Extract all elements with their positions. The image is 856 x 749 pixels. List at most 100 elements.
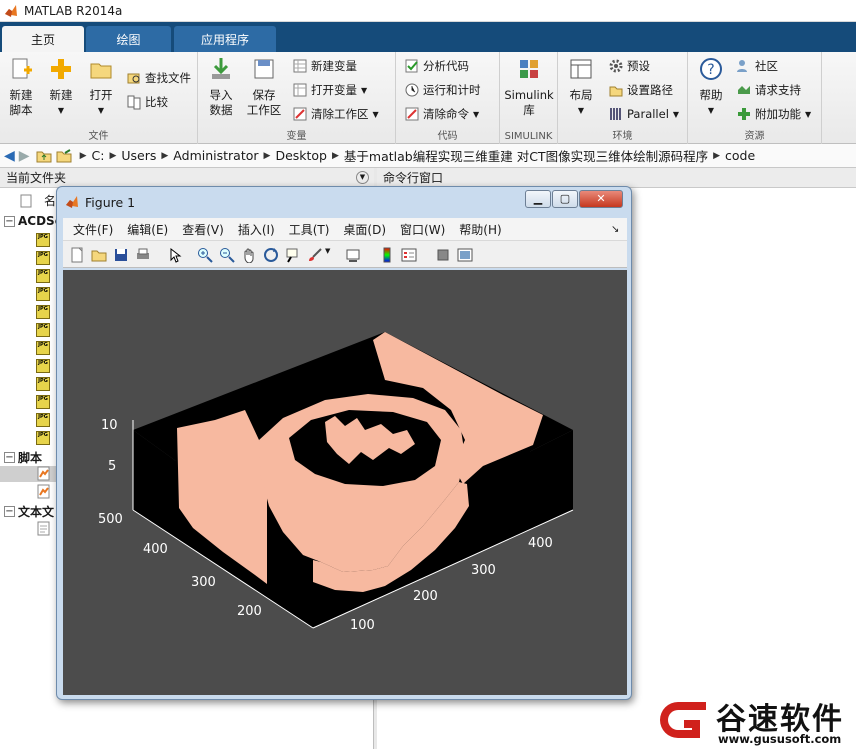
set-path-button[interactable]: 设置路径 <box>608 80 673 100</box>
menu-file[interactable]: 文件(F) <box>73 221 113 238</box>
back-arrow-icon[interactable]: ◀ <box>4 148 15 164</box>
new-variable-button[interactable]: 新建变量 <box>292 56 357 76</box>
panel-menu-icon[interactable]: ▼ <box>356 171 369 184</box>
jpg-file-icon[interactable]: JPG <box>36 287 50 301</box>
chevron-down-icon: ▼ <box>97 106 105 115</box>
maximize-icon: ▢ <box>559 192 571 205</box>
layout-label: 布局 <box>569 88 593 102</box>
import-icon <box>212 58 230 79</box>
forward-arrow-icon[interactable]: ▶ <box>19 148 30 164</box>
run-time-button[interactable]: 运行和计时 <box>404 80 481 100</box>
tab-apps[interactable]: 应用程序 <box>174 26 276 52</box>
jpg-file-icon[interactable]: JPG <box>36 341 50 355</box>
plot-area[interactable]: 10 5 500 400 300 200 100 200 300 400 <box>63 270 627 695</box>
data-cursor-icon[interactable] <box>285 247 301 263</box>
open-button[interactable]: 打开 ▼ <box>82 56 120 118</box>
watermark-logo-icon <box>660 702 706 738</box>
up-folder-icon[interactable] <box>36 148 52 164</box>
layout-button[interactable]: 布局 ▼ <box>562 56 600 118</box>
collapse-icon[interactable]: − <box>4 215 15 227</box>
compare-icon <box>127 95 141 110</box>
tab-home[interactable]: 主页 <box>2 26 84 52</box>
jpg-file-icon[interactable]: JPG <box>36 233 50 247</box>
jpg-file-icon[interactable]: JPG <box>36 431 50 445</box>
group-environment-label: 环境 <box>612 131 633 142</box>
zoom-out-icon[interactable] <box>219 247 235 263</box>
jpg-file-icon[interactable]: JPG <box>36 305 50 319</box>
jpg-file-icon[interactable]: JPG <box>36 251 50 265</box>
menu-desktop[interactable]: 桌面(D) <box>343 221 386 238</box>
new-figure-icon[interactable] <box>69 247 85 263</box>
clear-workspace-button[interactable]: 清除工作区 ▼ <box>292 104 379 124</box>
new-script-button[interactable]: 新建 脚本 <box>2 56 40 118</box>
community-button[interactable]: 社区 <box>736 56 778 76</box>
legend-icon[interactable] <box>401 247 417 263</box>
collapse-icon[interactable]: − <box>4 506 15 517</box>
close-button[interactable]: ✕ <box>579 190 623 208</box>
jpg-file-icon[interactable]: JPG <box>36 359 50 373</box>
add-ons-button[interactable]: 附加功能 ▼ <box>736 104 811 124</box>
simulink-library-label: Simulink 库 <box>504 88 554 117</box>
link-plot-icon[interactable] <box>345 247 361 263</box>
pan-hand-icon[interactable] <box>241 247 257 263</box>
dock-arrow-icon[interactable]: ↘ <box>611 224 619 235</box>
breadcrumb-project[interactable]: 基于matlab编程实现三维重建 对CT图像实现三维体绘制源码程序 <box>344 146 708 165</box>
menu-insert[interactable]: 插入(I) <box>238 221 275 238</box>
simulink-library-button[interactable]: Simulink 库 <box>504 56 554 118</box>
maximize-button[interactable]: ▢ <box>552 190 578 208</box>
show-plot-tools-icon[interactable] <box>457 247 473 263</box>
breadcrumb-users[interactable]: Users <box>121 148 156 163</box>
jpg-file-icon[interactable]: JPG <box>36 395 50 409</box>
zoom-in-icon[interactable] <box>197 247 213 263</box>
new-button[interactable]: 新建 ▼ <box>42 56 80 118</box>
minimize-button[interactable]: ▁ <box>525 190 551 208</box>
breadcrumb-code[interactable]: code <box>725 148 755 163</box>
compare-button[interactable]: 比较 <box>126 92 168 112</box>
tree-node-text-files[interactable]: − 文本文 <box>4 503 54 520</box>
pointer-icon[interactable] <box>167 247 183 263</box>
tab-plots[interactable]: 绘图 <box>86 26 171 52</box>
find-files-button[interactable]: 查找文件 <box>126 68 191 88</box>
jpg-file-icon[interactable]: JPG <box>36 377 50 391</box>
open-file-icon[interactable] <box>91 247 107 263</box>
command-window-title: 命令行窗口 <box>383 171 444 185</box>
name-column-header[interactable]: 名 <box>20 192 56 209</box>
chevron-down-icon: ▼ <box>361 85 368 95</box>
matlab-logo-icon <box>5 4 17 17</box>
breadcrumb-desktop[interactable]: Desktop <box>275 148 327 163</box>
menu-window[interactable]: 窗口(W) <box>400 221 445 238</box>
print-icon[interactable] <box>135 247 151 263</box>
colorbar-icon[interactable] <box>379 247 395 263</box>
isosurface-axes[interactable]: 10 5 500 400 300 200 100 200 300 400 <box>63 270 627 695</box>
menu-tools[interactable]: 工具(T) <box>289 221 330 238</box>
tree-node-acdsee[interactable]: − ACDSe <box>4 214 63 228</box>
breadcrumb-c[interactable]: C: <box>91 148 104 163</box>
group-simulink: Simulink 库 SIMULINK <box>500 52 558 144</box>
clear-commands-button[interactable]: 清除命令 ▼ <box>404 104 479 124</box>
save-icon[interactable] <box>113 247 129 263</box>
gear-icon <box>609 59 623 73</box>
jpg-file-icon[interactable]: JPG <box>36 323 50 337</box>
browse-folder-icon[interactable] <box>56 148 72 164</box>
hide-plot-tools-icon[interactable] <box>435 247 451 263</box>
jpg-file-icon[interactable]: JPG <box>36 413 50 427</box>
parallel-button[interactable]: Parallel ▼ <box>608 104 679 124</box>
jpg-file-icon[interactable]: JPG <box>36 269 50 283</box>
menu-view[interactable]: 查看(V) <box>182 221 224 238</box>
chevron-down-icon[interactable]: ▼ <box>325 247 330 255</box>
brush-icon[interactable] <box>307 247 323 263</box>
analyze-code-button[interactable]: 分析代码 <box>404 56 469 76</box>
breadcrumb-administrator[interactable]: Administrator <box>173 148 258 163</box>
rotate-3d-icon[interactable] <box>263 247 279 263</box>
collapse-icon[interactable]: − <box>4 452 15 463</box>
import-data-button[interactable]: 导入 数据 <box>202 56 240 118</box>
preferences-button[interactable]: 预设 <box>608 56 650 76</box>
menu-edit[interactable]: 编辑(E) <box>127 221 168 238</box>
selected-file-row[interactable] <box>0 466 60 482</box>
save-workspace-button[interactable]: 保存 工作区 <box>244 56 284 118</box>
request-support-button[interactable]: 请求支持 <box>736 80 801 100</box>
menu-help[interactable]: 帮助(H) <box>459 221 501 238</box>
open-variable-button[interactable]: 打开变量 ▼ <box>292 80 367 100</box>
help-button[interactable]: ? 帮助 ▼ <box>692 56 730 118</box>
tree-node-scripts[interactable]: − 脚本 <box>4 449 42 466</box>
